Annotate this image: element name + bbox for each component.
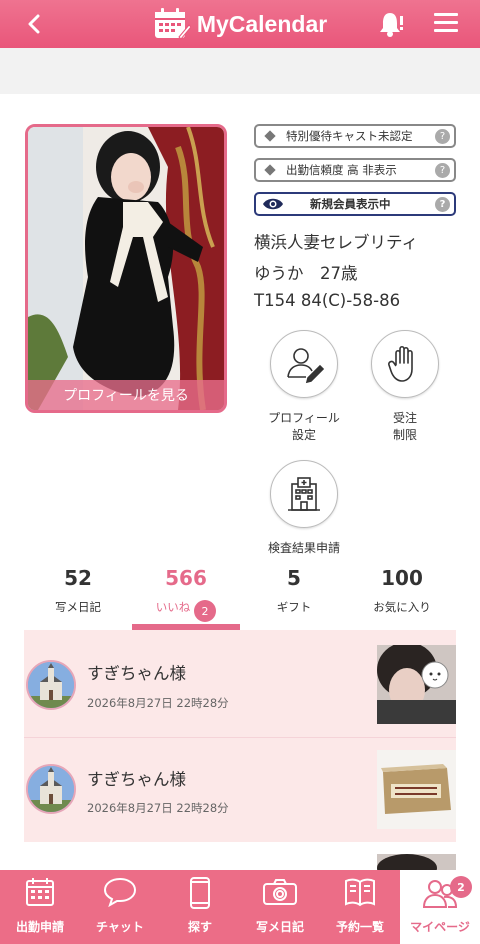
nav-search[interactable]: 探す bbox=[160, 870, 240, 944]
book-icon bbox=[345, 878, 375, 907]
nav-reservations[interactable]: 予約一覧 bbox=[320, 870, 400, 944]
cast-measurements: T154 84(C)-58-86 bbox=[254, 291, 401, 310]
my-page-notification-badge: 2 bbox=[450, 876, 472, 898]
app-title: MyCalendar bbox=[196, 10, 328, 37]
attendance-reliability-label: 出勤信頼度 高 非表示 bbox=[286, 163, 397, 177]
favorites-count: 100 bbox=[381, 566, 423, 590]
app-header: MyCalendar bbox=[0, 0, 480, 48]
photo-diary-count: 52 bbox=[64, 566, 92, 590]
church-avatar-image bbox=[28, 766, 74, 812]
hospital-icon bbox=[288, 477, 320, 511]
eye-icon bbox=[263, 198, 283, 210]
avatar[interactable] bbox=[26, 764, 76, 814]
feed-thumbnail[interactable] bbox=[377, 750, 456, 829]
profile-settings-button[interactable] bbox=[270, 330, 338, 398]
smartphone-icon bbox=[190, 877, 210, 909]
feed-item[interactable]: すぎちゃん様 2026年8月27日 22時28分 bbox=[24, 634, 456, 738]
view-profile-link[interactable]: プロフィールを見る bbox=[28, 380, 224, 410]
chevron-left-icon bbox=[28, 14, 40, 34]
top-spacer bbox=[0, 48, 480, 94]
order-limit-label: 受注 制限 bbox=[363, 410, 447, 444]
feed-date: 2026年8月27日 22時28分 bbox=[87, 801, 229, 815]
order-limit-label-line2: 制限 bbox=[392, 428, 417, 442]
hand-stop-icon bbox=[388, 345, 413, 382]
feed-item[interactable]: すぎちゃん様 2026年8月27日 22時28分 bbox=[24, 738, 456, 842]
nav-attendance-request[interactable]: 出勤申請 bbox=[0, 870, 80, 944]
diamond-icon bbox=[264, 164, 276, 176]
tab-favorites[interactable]: 100 お気に入り bbox=[342, 566, 462, 615]
tab-gifts[interactable]: 5 ギフト bbox=[234, 566, 354, 615]
nav-photo-diary[interactable]: 写メ日記 bbox=[240, 870, 320, 944]
bottom-navigation: 出勤申請 チャット 探す 写メ日記 予約一覧 2 マイページ bbox=[0, 870, 480, 944]
butter-cake-photo-image bbox=[377, 750, 456, 829]
shop-name: 横浜人妻セレブリティ bbox=[254, 233, 419, 252]
avatar[interactable] bbox=[26, 660, 76, 710]
tab-photo-diary[interactable]: 52 写メ日記 bbox=[18, 566, 138, 615]
nav-attendance-label: 出勤申請 bbox=[15, 920, 64, 934]
profile-settings-label-line2: 設定 bbox=[291, 428, 316, 442]
new-member-display-label: 新規会員表示中 bbox=[310, 197, 391, 211]
feed-thumbnail-partial[interactable] bbox=[377, 854, 456, 870]
likes-label: いいね bbox=[155, 600, 191, 614]
feed-user-name: すぎちゃん様 bbox=[87, 770, 186, 789]
app-logo: MyCalendar bbox=[153, 7, 327, 41]
inspection-result-label: 検査結果申請 bbox=[267, 541, 340, 555]
notification-button[interactable] bbox=[378, 10, 406, 42]
calendar-logo-icon bbox=[154, 8, 191, 40]
profile-settings-label-line1: プロフィール bbox=[268, 411, 340, 425]
likes-count: 566 bbox=[165, 566, 207, 590]
feed-user-name: すぎちゃん様 bbox=[87, 664, 186, 683]
hamburger-menu-button[interactable] bbox=[434, 13, 458, 37]
diamond-icon bbox=[264, 130, 276, 142]
new-member-display-badge[interactable]: 新規会員表示中 ? bbox=[254, 192, 456, 216]
inspection-result-button[interactable] bbox=[270, 460, 338, 528]
special-cast-badge[interactable]: 特別優待キャスト未認定 ? bbox=[254, 124, 456, 148]
camera-icon bbox=[263, 879, 297, 905]
feed-date: 2026年8月27日 22時28分 bbox=[87, 696, 229, 710]
help-icon[interactable]: ? bbox=[435, 197, 450, 212]
profile-photo bbox=[28, 127, 224, 410]
user-edit-icon bbox=[287, 348, 324, 384]
back-button[interactable] bbox=[18, 8, 50, 40]
feed-thumbnail[interactable] bbox=[377, 645, 456, 724]
diary-photo-image bbox=[377, 645, 456, 724]
nav-my-page[interactable]: 2 マイページ bbox=[400, 870, 480, 944]
order-limit-label-line1: 受注 bbox=[392, 411, 417, 425]
nav-search-label: 探す bbox=[187, 920, 212, 934]
favorites-label: お気に入り bbox=[373, 600, 431, 614]
nav-reservations-label: 予約一覧 bbox=[335, 920, 384, 934]
gifts-label: ギフト bbox=[276, 600, 312, 614]
help-icon[interactable]: ? bbox=[435, 163, 450, 178]
nav-chat[interactable]: チャット bbox=[80, 870, 160, 944]
calendar-icon bbox=[26, 878, 54, 906]
likes-notification-badge: 2 bbox=[194, 600, 216, 622]
help-icon[interactable]: ? bbox=[435, 129, 450, 144]
cast-name-age: ゆうか 27歳 bbox=[254, 264, 358, 283]
profile-photo-card[interactable]: プロフィールを見る bbox=[25, 124, 227, 413]
nav-photo-diary-label: 写メ日記 bbox=[255, 920, 304, 934]
gifts-count: 5 bbox=[287, 566, 301, 590]
church-avatar-image bbox=[28, 662, 74, 708]
diary-photo-image bbox=[377, 854, 456, 870]
chat-bubble-icon bbox=[103, 877, 137, 908]
bell-icon bbox=[380, 13, 403, 37]
special-cast-label: 特別優待キャスト未認定 bbox=[286, 129, 413, 143]
nav-chat-label: チャット bbox=[96, 920, 144, 934]
profile-settings-label: プロフィール 設定 bbox=[262, 410, 346, 444]
tab-likes[interactable]: 566 いいね bbox=[126, 566, 246, 615]
nav-my-page-label: マイページ bbox=[410, 920, 470, 934]
attendance-reliability-badge[interactable]: 出勤信頼度 高 非表示 ? bbox=[254, 158, 456, 182]
photo-diary-label: 写メ日記 bbox=[55, 600, 101, 614]
order-limit-button[interactable] bbox=[371, 330, 439, 398]
